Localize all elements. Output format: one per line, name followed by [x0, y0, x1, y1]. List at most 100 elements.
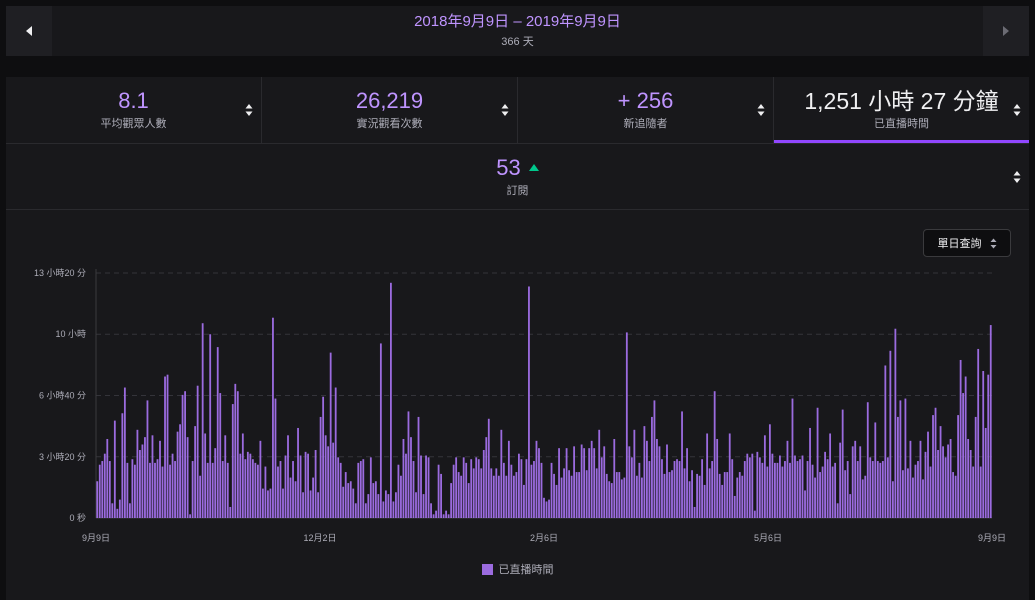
chart-bar: [563, 468, 565, 518]
chart-bar: [758, 457, 761, 518]
chart-bar: [487, 418, 490, 518]
chart-bar: [111, 503, 114, 518]
chart-bar: [593, 448, 596, 518]
chart-bar: [934, 407, 937, 518]
chart-bar: [831, 466, 834, 518]
chart-bar: [633, 429, 636, 518]
chart-bar: [159, 440, 161, 518]
chart-bar: [166, 374, 169, 518]
chart-bar: [799, 459, 801, 518]
chart-bar: [455, 457, 458, 518]
chart-bar: [462, 457, 465, 518]
chart-bar: [184, 391, 186, 518]
chart-bar: [706, 433, 709, 518]
chart-bar: [234, 383, 237, 518]
chart-bar: [595, 468, 598, 518]
chart-bar: [211, 462, 214, 518]
chart-bar: [199, 475, 202, 518]
chart-bar: [678, 461, 681, 518]
chart-bar: [917, 461, 919, 518]
chart-bar: [510, 464, 513, 518]
chart-bar: [588, 448, 591, 518]
chart-bar: [738, 472, 741, 518]
chart-bar: [528, 286, 530, 518]
chart-bar: [643, 426, 646, 518]
chart-bar: [533, 461, 535, 518]
hours-streamed-chart: 0 秒 3 小時20 分 6 小時40 分 10 小時 13 小時20 分 9月9日 12…: [34, 268, 1006, 543]
chart-bar: [420, 455, 422, 518]
chart-bar: [809, 427, 811, 518]
chart-bar: [889, 350, 892, 518]
chart-bar: [475, 457, 478, 518]
chart-bar: [693, 506, 696, 518]
chart-bar: [821, 466, 824, 518]
chart-bar: [829, 433, 832, 518]
chart-bar: [344, 472, 347, 518]
chart-bar: [751, 453, 754, 518]
chart-bar: [844, 470, 847, 518]
chart-bar: [909, 440, 912, 518]
chart-bar: [804, 490, 806, 518]
chart-bar: [979, 466, 982, 518]
chart-bar: [214, 448, 217, 518]
chart-bar: [267, 490, 269, 518]
chart-bar: [894, 328, 897, 518]
chart-bar: [600, 457, 603, 518]
chart-bar: [264, 466, 267, 518]
x-tick-label: 5月6日: [754, 533, 782, 543]
chart-bar: [123, 387, 126, 518]
chart-bar: [98, 464, 101, 518]
chart-bar: [630, 457, 633, 518]
chart-bar: [947, 444, 949, 518]
chart-bar: [924, 451, 927, 518]
chart-bar: [922, 479, 924, 518]
chart-bar: [573, 446, 576, 518]
chart-bar: [435, 510, 437, 518]
chart-bar: [477, 459, 480, 518]
chart-bar: [545, 501, 548, 518]
chart-bar: [701, 459, 704, 518]
chart-bar: [347, 483, 350, 518]
chart-bar: [625, 332, 628, 518]
chart-bar: [731, 459, 734, 518]
date-range-display[interactable]: 2018年9月9日 – 2019年9月9日 366 天: [52, 6, 983, 56]
chart-bar: [984, 427, 987, 518]
chart-bar: [987, 374, 990, 518]
chart-legend[interactable]: 已直播時間: [6, 561, 1029, 577]
chart-bar: [324, 435, 327, 518]
chart-bar: [387, 494, 390, 518]
chart-bar: [430, 503, 432, 518]
chart-bar: [134, 464, 136, 518]
chart-bar: [364, 503, 367, 518]
chart-bar: [603, 446, 606, 518]
chart-bar: [784, 461, 786, 518]
chart-bar: [651, 416, 653, 518]
chart-bar: [548, 499, 550, 518]
chart-bar: [871, 461, 874, 518]
chart-bar: [859, 446, 862, 518]
chart-bar: [369, 457, 372, 518]
chart-bars: [96, 282, 992, 518]
chart-bar: [771, 453, 774, 518]
chart-bar: [851, 446, 854, 518]
chart-bar: [317, 492, 320, 518]
previous-range-button[interactable]: [6, 6, 52, 56]
date-range-title: 2018年9月9日 – 2019年9月9日: [414, 13, 621, 30]
chart-bar: [952, 472, 954, 518]
next-range-button[interactable]: [983, 6, 1029, 56]
chart-bar: [334, 387, 337, 518]
chart-bar: [585, 470, 588, 518]
chart-bar: [613, 438, 616, 518]
chart-bar: [874, 422, 877, 518]
chart-bar: [972, 466, 975, 518]
chart-bar: [221, 461, 224, 518]
chart-bar: [718, 473, 721, 518]
chart-bar: [553, 473, 555, 518]
chart-bar: [763, 435, 766, 518]
chart-bar: [492, 475, 495, 518]
chart-bar: [191, 461, 194, 518]
chart-bar: [648, 461, 651, 518]
chart-bar: [357, 462, 360, 518]
chart-bar: [728, 433, 731, 518]
chart-bar: [362, 459, 365, 518]
